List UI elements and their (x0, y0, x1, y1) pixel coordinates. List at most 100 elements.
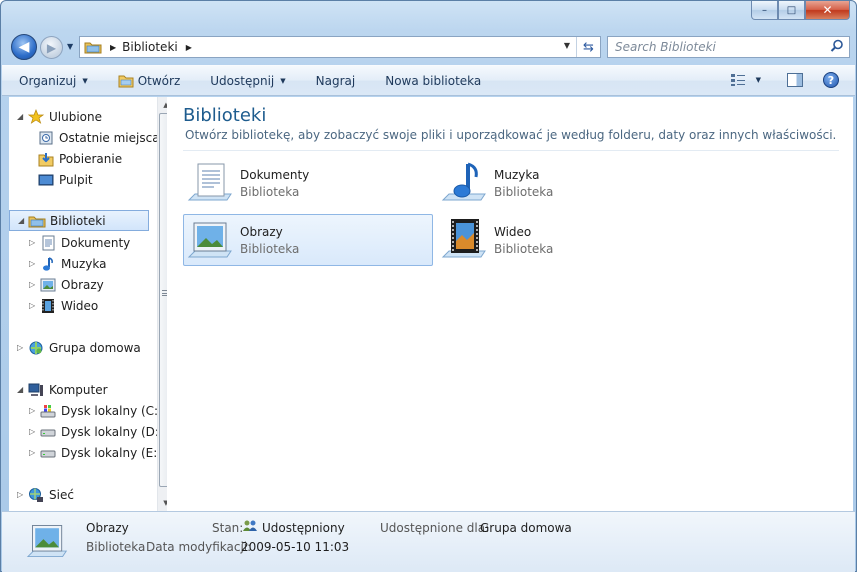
sidebar-item-videos[interactable]: ▷ Wideo (29, 295, 98, 316)
burn-button[interactable]: Nagraj (316, 74, 356, 88)
details-shared-label: Udostępnione dla: (380, 521, 490, 535)
downloads-icon (37, 151, 55, 167)
search-icon[interactable] (829, 38, 845, 54)
sidebar-item-pictures[interactable]: ▷ Obrazy (29, 274, 104, 295)
expand-arrow-icon[interactable]: ▷ (29, 427, 39, 436)
page-title: Biblioteki (183, 105, 267, 126)
music-library-icon (441, 162, 486, 201)
sidebar-item-label: Muzyka (61, 256, 107, 271)
sidebar-item-drive-e[interactable]: ▷ Dysk lokalny (E:) (29, 442, 162, 463)
organize-button[interactable]: Organizuj ▼ (19, 74, 88, 88)
organize-label: Organizuj (19, 73, 77, 88)
sidebar-item-label: Dysk lokalny (D:) (61, 424, 164, 439)
search-input[interactable]: Search Biblioteki (607, 36, 850, 58)
help-icon[interactable]: ? (823, 72, 839, 88)
address-dropdown-icon[interactable]: ▼ (564, 41, 570, 50)
sidebar-item-label: Grupa domowa (49, 340, 141, 355)
change-view-icon[interactable] (730, 73, 746, 87)
sidebar-item-label: Biblioteki (50, 213, 106, 228)
sidebar-item-documents[interactable]: ▷ Dokumenty (29, 232, 130, 253)
drive-icon (39, 424, 57, 440)
new-library-button[interactable]: Nowa biblioteka (385, 74, 481, 88)
sidebar-item-label: Pobieranie (59, 151, 123, 166)
desktop-icon (37, 172, 55, 188)
share-label: Udostępnij (210, 73, 275, 88)
refresh-button[interactable]: ⇆ (576, 37, 600, 57)
homegroup-icon (27, 340, 45, 356)
expand-arrow-icon[interactable]: ▷ (29, 448, 39, 457)
open-button[interactable]: Otwórz (118, 74, 180, 88)
sidebar-item-label: Dokumenty (61, 235, 131, 250)
details-name: Obrazy (86, 521, 129, 535)
address-bar[interactable]: ▶ Biblioteki ▶ ▼ ⇆ (79, 36, 601, 58)
collapse-arrow-icon[interactable]: ◢ (17, 112, 27, 121)
sidebar-item-music[interactable]: ▷ Muzyka (29, 253, 106, 274)
share-button[interactable]: Udostępnij ▼ (210, 74, 285, 88)
view-dropdown-icon[interactable]: ▼ (756, 76, 761, 84)
back-button[interactable]: ◀ (11, 34, 37, 60)
collapse-arrow-icon[interactable]: ◢ (18, 216, 28, 225)
sidebar-item-drive-c[interactable]: ▷ Dysk lokalny (C:) (29, 400, 163, 421)
star-icon (27, 108, 45, 125)
breadcrumb-biblioteki[interactable]: Biblioteki (122, 40, 178, 54)
maximize-button[interactable]: □ (778, 1, 805, 20)
computer-icon (27, 382, 45, 398)
library-tile-videos[interactable]: Wideo Biblioteka (438, 214, 688, 266)
close-button[interactable]: ✕ (805, 1, 850, 20)
library-name: Obrazy (240, 224, 283, 239)
content-area: Biblioteki Otwórz bibliotekę, aby zobacz… (167, 97, 853, 511)
recent-pages-dropdown-icon[interactable]: ▼ (67, 42, 73, 51)
expand-arrow-icon[interactable]: ▷ (29, 301, 39, 310)
preview-pane-icon[interactable] (787, 73, 803, 87)
explorer-window: – □ ✕ ◀ ▶ ▼ ▶ Biblioteki ▶ ▼ ⇆ Search Bi… (0, 0, 857, 572)
library-name: Wideo (494, 224, 532, 239)
expand-arrow-icon[interactable]: ▷ (29, 406, 39, 415)
details-status-label: Stan: (212, 521, 244, 535)
expand-arrow-icon[interactable]: ▷ (17, 343, 27, 352)
sidebar-item-drive-d[interactable]: ▷ Dysk lokalny (D:) (29, 421, 164, 442)
breadcrumb-separator-icon[interactable]: ▶ (110, 43, 116, 52)
sidebar-item-favorites[interactable]: ◢ Ulubione (17, 106, 102, 127)
expand-arrow-icon[interactable]: ▷ (17, 490, 27, 499)
pictures-icon (39, 277, 57, 293)
library-type: Biblioteka (240, 184, 300, 199)
pictures-library-icon (187, 222, 232, 258)
burn-label: Nagraj (315, 73, 356, 88)
sidebar-item-downloads[interactable]: Pobieranie (37, 148, 122, 169)
expand-arrow-icon[interactable]: ▷ (29, 259, 39, 268)
library-name: Dokumenty (240, 167, 310, 182)
library-tile-documents[interactable]: Dokumenty Biblioteka (184, 157, 434, 209)
sidebar-item-computer[interactable]: ◢ Komputer (17, 379, 108, 400)
new-library-label: Nowa biblioteka (385, 73, 482, 88)
command-bar: Organizuj ▼ Otwórz Udostępnij ▼ Nagraj Now… (2, 65, 855, 96)
view-controls: ▼ ? (730, 72, 839, 88)
minimize-button[interactable]: – (751, 1, 778, 20)
library-tile-pictures[interactable]: Obrazy Biblioteka (183, 214, 433, 266)
pictures-library-icon (26, 525, 68, 557)
folder-icon (118, 75, 134, 87)
details-pane: Obrazy Biblioteka Data modyfikacji: 2009… (2, 511, 855, 572)
recent-places-icon (37, 130, 55, 146)
sidebar-item-label: Dysk lokalny (E:) (61, 445, 162, 460)
details-shared-value: Grupa domowa (480, 521, 572, 535)
collapse-arrow-icon[interactable]: ◢ (17, 385, 27, 394)
sidebar-item-homegroup[interactable]: ▷ Grupa domowa (17, 337, 141, 358)
expand-arrow-icon[interactable]: ▷ (29, 280, 39, 289)
library-name: Muzyka (494, 167, 540, 182)
sidebar-item-recent-places[interactable]: Ostatnie miejsca (37, 127, 160, 148)
expand-arrow-icon[interactable]: ▷ (29, 238, 39, 247)
breadcrumb-chevron-icon[interactable]: ▶ (186, 43, 192, 52)
sidebar-item-libraries[interactable]: ◢ Biblioteki (9, 210, 149, 231)
dropdown-arrow-icon: ▼ (280, 76, 286, 85)
library-tile-music[interactable]: Muzyka Biblioteka (438, 157, 688, 209)
navigation-bar: ◀ ▶ ▼ ▶ Biblioteki ▶ ▼ ⇆ Search Bibliote… (9, 33, 852, 61)
dropdown-arrow-icon: ▼ (82, 76, 88, 85)
search-placeholder: Search Biblioteki (615, 40, 716, 54)
navigation-pane: ◢ Ulubione Ostatnie miejsca Pobieranie P… (9, 97, 174, 511)
forward-button[interactable]: ▶ (40, 36, 63, 59)
sidebar-item-desktop[interactable]: Pulpit (37, 169, 93, 190)
details-status-value: Udostępniony (262, 521, 345, 535)
sidebar-item-label: Komputer (49, 382, 108, 397)
sidebar-item-label: Sieć (49, 487, 74, 502)
sidebar-item-network[interactable]: ▷ Sieć (17, 484, 74, 505)
